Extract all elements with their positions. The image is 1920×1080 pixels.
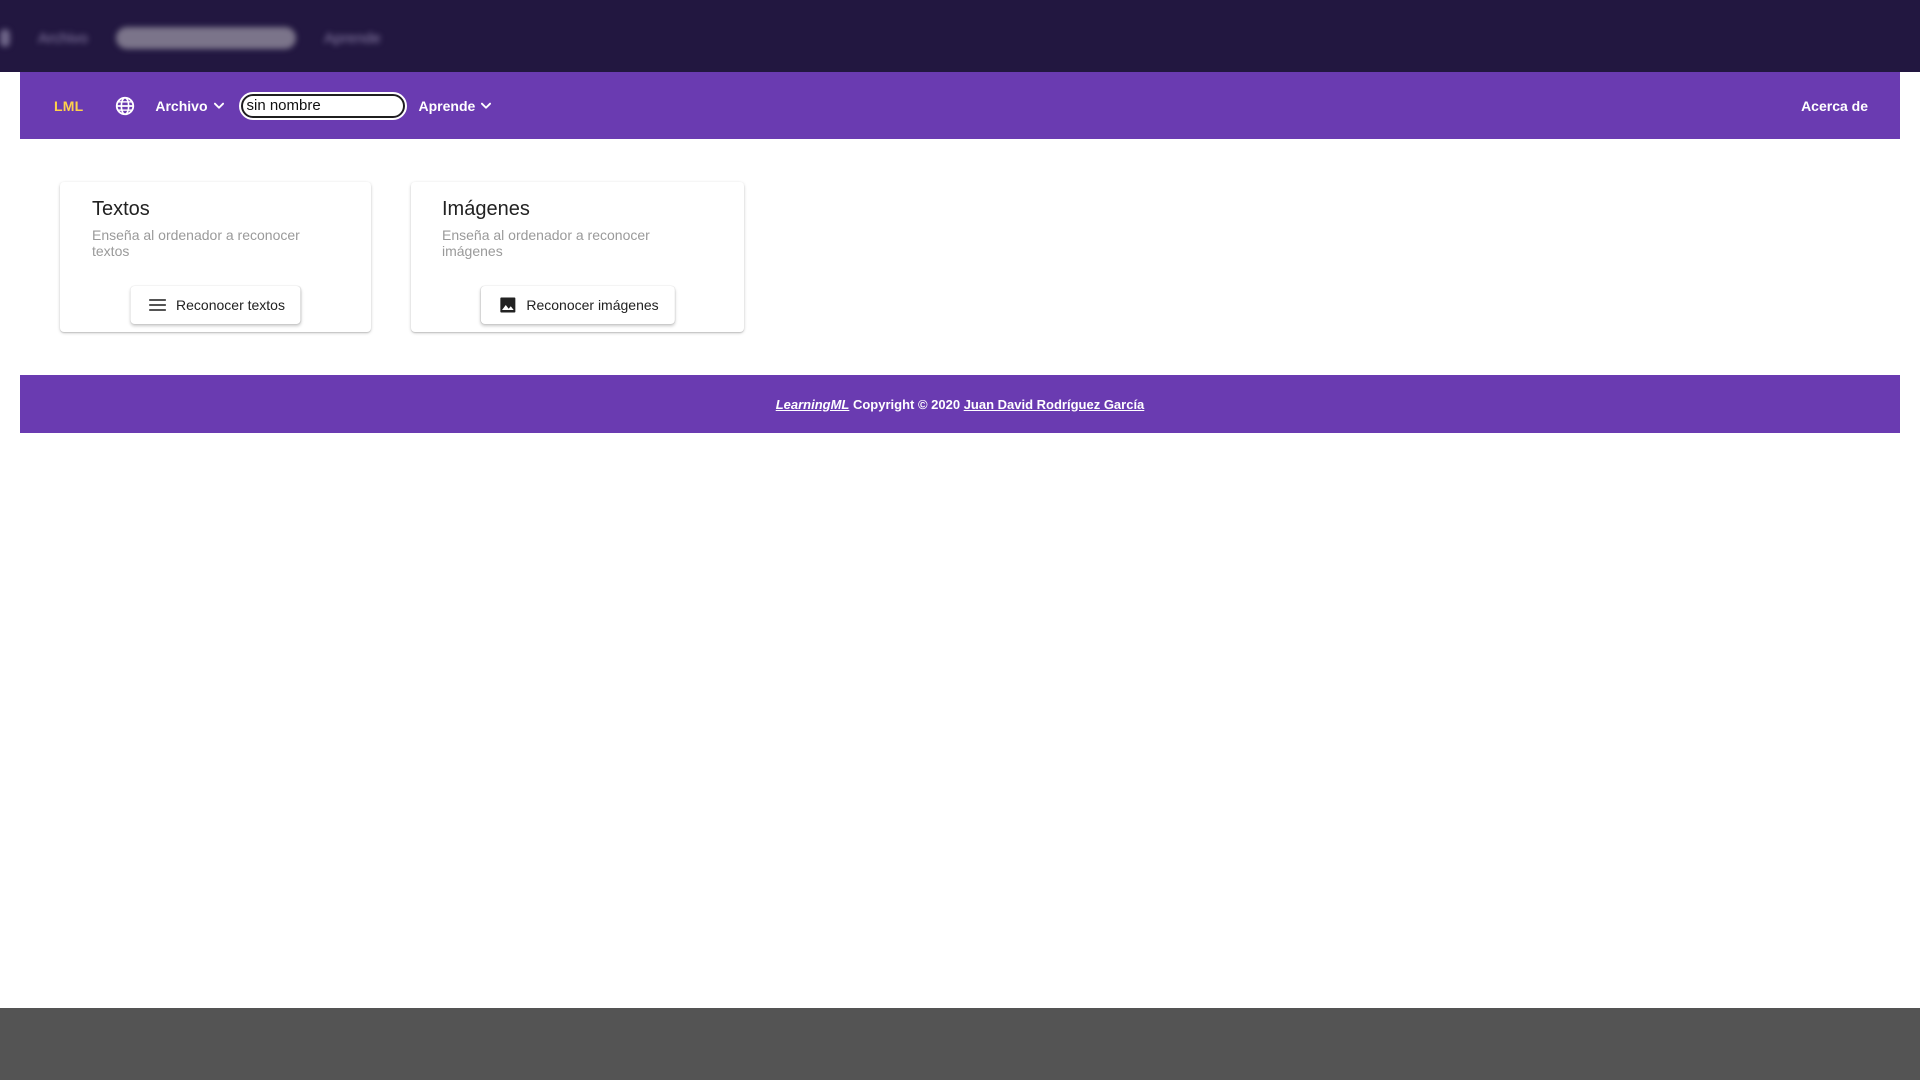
top-navbar: LML Archivo Aprende Acerca de <box>20 72 1900 139</box>
globe-icon[interactable] <box>113 94 137 118</box>
project-name-input[interactable] <box>238 91 407 120</box>
images-card-title: Imágenes <box>442 198 530 220</box>
blurred-top-strip: Archivo Aprende <box>0 0 1920 72</box>
bottom-gray-bar <box>0 1008 1920 1080</box>
file-menu-label: Archivo <box>155 97 208 114</box>
recognize-images-button[interactable]: Reconocer imágenes <box>480 286 675 324</box>
recognize-texts-button[interactable]: Reconocer textos <box>130 286 301 324</box>
learningml-link[interactable]: LearningML <box>776 397 850 412</box>
project-type-cards: Textos Enseña al ordenador a reconocer t… <box>60 182 744 332</box>
images-card: Imágenes Enseña al ordenador a reconocer… <box>411 182 744 332</box>
blurred-menu-file: Archivo <box>38 29 89 47</box>
texts-card-title: Textos <box>92 198 150 220</box>
copyright-text: Copyright © 2020 <box>849 396 964 412</box>
images-card-subtitle: Enseña al ordenador a reconocer imágenes <box>442 227 650 259</box>
image-icon <box>496 294 518 316</box>
chevron-down-icon <box>478 98 494 114</box>
author-link[interactable]: Juan David Rodríguez García <box>964 397 1145 412</box>
texts-card: Textos Enseña al ordenador a reconocer t… <box>60 182 371 332</box>
learn-menu[interactable]: Aprende <box>419 98 495 114</box>
blurred-icon <box>0 29 10 47</box>
file-menu[interactable]: Archivo <box>155 98 226 114</box>
recognize-images-label: Reconocer imágenes <box>526 297 659 313</box>
texts-card-subtitle: Enseña al ordenador a reconocer textos <box>92 227 300 259</box>
lines-menu-icon <box>146 294 168 316</box>
recognize-texts-label: Reconocer textos <box>176 297 285 313</box>
about-link[interactable]: Acerca de <box>1801 98 1868 114</box>
blurred-toolbar: Archivo Aprende <box>0 26 381 50</box>
blurred-name-input <box>116 27 297 49</box>
footer-bar: LearningML Copyright © 2020 Juan David R… <box>20 375 1900 433</box>
brand-logo[interactable]: LML <box>54 98 83 114</box>
chevron-down-icon <box>211 98 227 114</box>
blurred-menu-learn: Aprende <box>324 29 381 47</box>
learn-menu-label: Aprende <box>418 97 476 114</box>
